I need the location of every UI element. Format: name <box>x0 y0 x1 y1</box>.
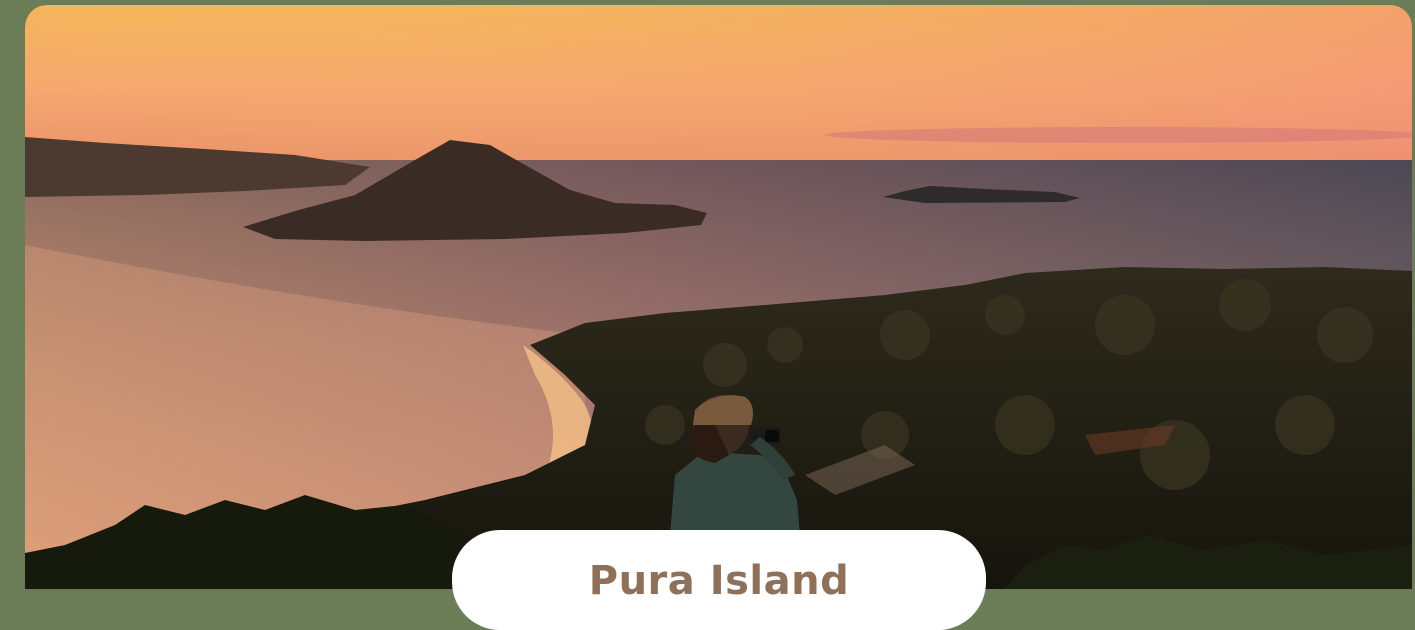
destination-title: Pura Island <box>588 558 850 604</box>
hero-photo <box>25 5 1412 589</box>
destination-title-card[interactable]: Pura Island <box>452 530 986 630</box>
hero-image-card <box>25 5 1412 589</box>
